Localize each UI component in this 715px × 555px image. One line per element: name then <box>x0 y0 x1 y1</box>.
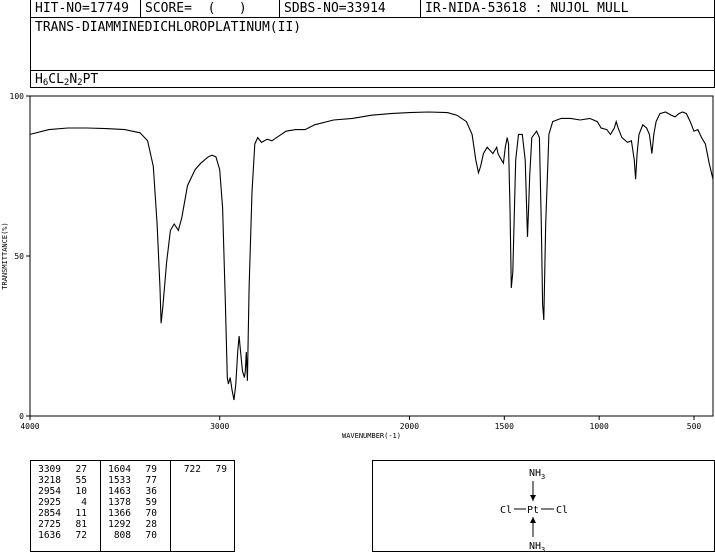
peak-transmittance: 55 <box>75 475 87 486</box>
peak-column: 1604 79 1533 77 1463 36 1378 59 1366 70 1292 28 808 7… <box>101 461 171 551</box>
y-tick-label: 50 <box>14 252 24 261</box>
top-arrow-icon <box>530 495 536 501</box>
peak-transmittance: 77 <box>145 475 157 486</box>
peak-transmittance: 10 <box>75 486 87 497</box>
peak-wavenumber: 2954 <box>38 486 61 497</box>
formula-element: PT <box>82 72 99 87</box>
peak-row: 722 79 <box>171 464 236 475</box>
peak-row: 1292 28 <box>101 519 170 530</box>
structure-box: NH3 Cl Pt Cl NH3 <box>372 460 715 554</box>
peak-row: 1378 59 <box>101 497 170 508</box>
peak-transmittance: 79 <box>145 464 157 475</box>
plot-frame <box>29 95 714 417</box>
x-tick-label: 1500 <box>495 422 514 431</box>
peak-wavenumber: 1463 <box>108 486 131 497</box>
peak-row: 1604 79 <box>101 464 170 475</box>
header-bar: HIT-NO=17749 SCORE= ( ) SDBS-NO=33914 IR… <box>30 0 715 18</box>
peak-column: 722 79 <box>171 461 236 551</box>
peak-transmittance: 27 <box>75 464 87 475</box>
peak-wavenumber: 1366 <box>108 508 131 519</box>
peak-transmittance: 11 <box>75 508 87 519</box>
platinum-label: Pt <box>527 505 539 516</box>
peak-wavenumber: 808 <box>113 530 131 541</box>
peak-row: 3309 27 <box>31 464 100 475</box>
peak-wavenumber: 722 <box>183 464 201 475</box>
formula-element: N <box>69 72 78 87</box>
peak-transmittance: 79 <box>215 464 227 475</box>
peak-row: 808 70 <box>101 530 170 541</box>
peak-row: 1636 72 <box>31 530 100 541</box>
x-axis-label: WAVENUMBER(-1) <box>342 432 401 440</box>
peak-wavenumber: 3218 <box>38 475 61 486</box>
left-chloride-label: Cl <box>500 505 512 516</box>
peak-wavenumber: 3309 <box>38 464 61 475</box>
x-tick-label: 500 <box>687 422 702 431</box>
spectrum-line <box>29 111 714 401</box>
peak-wavenumber: 2725 <box>38 519 61 530</box>
peak-transmittance: 28 <box>145 519 157 530</box>
peak-row: 1366 70 <box>101 508 170 519</box>
peak-table: 3309 27 3218 55 2954 10 2925 4 2854 11 2725 81 1636 7… <box>30 460 235 552</box>
formula-element: H <box>35 72 43 87</box>
bottom-ammine-label: NH3 <box>529 541 545 551</box>
peak-wavenumber: 1292 <box>108 519 131 530</box>
formula-box: H6CL2N2PT <box>30 70 715 88</box>
compound-box: TRANS-DIAMMINEDICHLOROPLATINUM(II) <box>30 17 715 71</box>
formula-element: CL <box>48 72 64 87</box>
peak-row: 2725 81 <box>31 519 100 530</box>
peak-transmittance: 70 <box>145 508 157 519</box>
peak-wavenumber: 2854 <box>38 508 61 519</box>
peak-row: 2925 4 <box>31 497 100 508</box>
peak-transmittance: 81 <box>75 519 87 530</box>
peak-transmittance: 36 <box>145 486 157 497</box>
x-tick-label: 3000 <box>210 422 229 431</box>
peak-wavenumber: 1533 <box>108 475 131 486</box>
peak-row: 1463 36 <box>101 486 170 497</box>
peak-column: 3309 27 3218 55 2954 10 2925 4 2854 11 2725 81 1636 7… <box>31 461 101 551</box>
peak-row: 1533 77 <box>101 475 170 486</box>
ir-info: IR-NIDA-53618 : NUJOL MULL <box>425 1 629 16</box>
hit-number: HIT-NO=17749 <box>31 0 141 18</box>
score: SCORE= ( ) <box>141 0 280 18</box>
peak-transmittance: 4 <box>81 497 87 508</box>
peak-wavenumber: 1378 <box>108 497 131 508</box>
x-tick-label: 1000 <box>590 422 609 431</box>
peak-wavenumber: 1636 <box>38 530 61 541</box>
peak-row: 2854 11 <box>31 508 100 519</box>
compound-name: TRANS-DIAMMINEDICHLOROPLATINUM(II) <box>35 20 302 35</box>
sdbs-number: SDBS-NO=33914 <box>280 0 421 18</box>
top-ammine-label: NH3 <box>529 468 545 481</box>
peak-transmittance: 70 <box>145 530 157 541</box>
peak-wavenumber: 1604 <box>108 464 131 475</box>
x-tick-label: 2000 <box>400 422 419 431</box>
x-tick-label: 4000 <box>20 422 39 431</box>
axes: 4000 3000 2000 1500 1000 500 0 50 100 <box>10 92 702 431</box>
y-tick-label: 100 <box>10 92 25 101</box>
peak-row: 2954 10 <box>31 486 100 497</box>
molecule-structure: NH3 Cl Pt Cl NH3 <box>500 468 568 554</box>
y-tick-label: 0 <box>19 412 24 421</box>
right-chloride-label: Cl <box>556 505 568 516</box>
peak-transmittance: 72 <box>75 530 87 541</box>
peak-row: 3218 55 <box>31 475 100 486</box>
y-axis-label: TRANSMITTANCE(%) <box>1 222 9 289</box>
bottom-arrow-icon <box>530 517 536 523</box>
peak-wavenumber: 2925 <box>38 497 61 508</box>
peak-transmittance: 59 <box>145 497 157 508</box>
